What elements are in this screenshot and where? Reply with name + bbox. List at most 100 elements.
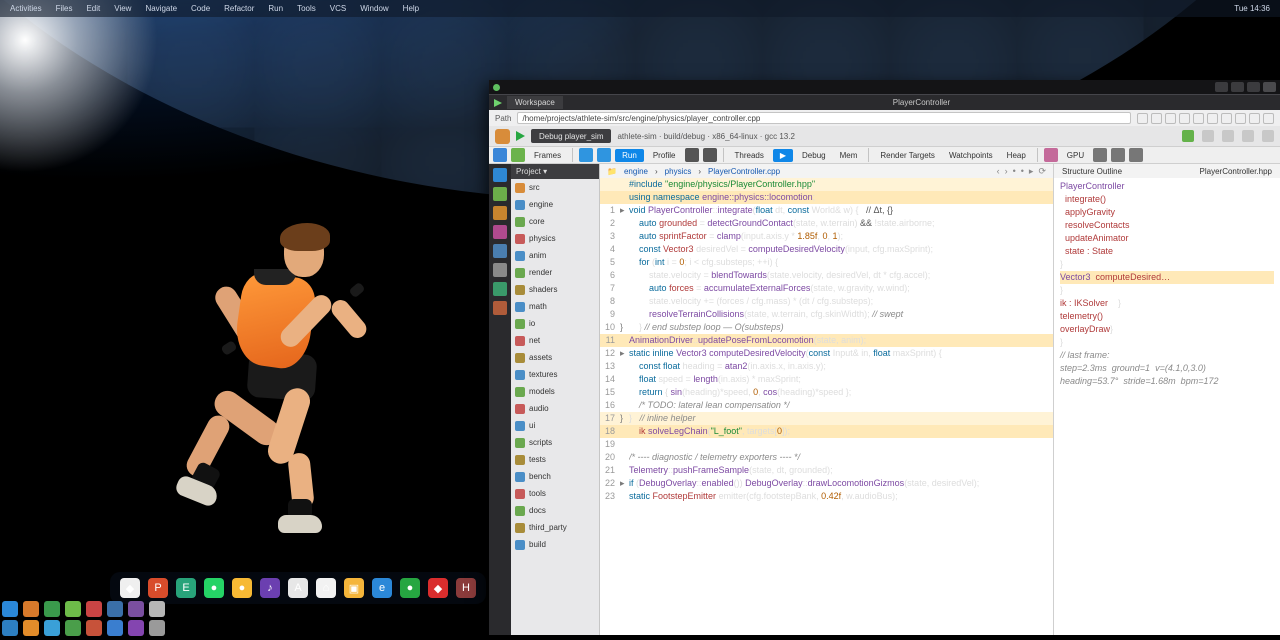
outline-header[interactable]: Structure Outline: [1062, 167, 1122, 176]
window-min-button[interactable]: [1215, 82, 1228, 92]
toolbar-icon[interactable]: [1044, 148, 1058, 162]
outline-item[interactable]: }: [1060, 258, 1274, 271]
tree-node[interactable]: core: [511, 213, 599, 230]
taskbar-icon[interactable]: [2, 620, 18, 636]
tree-node[interactable]: textures: [511, 366, 599, 383]
menubar-item[interactable]: Navigate: [145, 4, 177, 13]
tree-node[interactable]: tests: [511, 451, 599, 468]
toolbar-icon[interactable]: [579, 148, 593, 162]
outline-item[interactable]: applyGravity: [1060, 206, 1274, 219]
rail-icon[interactable]: [493, 263, 507, 277]
code-editor[interactable]: #include "engine/physics/PlayerControlle…: [600, 178, 1053, 635]
outline-item[interactable]: PlayerController: [1060, 180, 1274, 193]
outline-item[interactable]: heading=53.7° stride=1.68m bpm=172: [1060, 375, 1274, 388]
menubar-item[interactable]: Help: [403, 4, 419, 13]
rail-icon[interactable]: [493, 187, 507, 201]
menubar-item[interactable]: Edit: [86, 4, 100, 13]
tree-node[interactable]: models: [511, 383, 599, 400]
tree-node[interactable]: bench: [511, 468, 599, 485]
tree-node[interactable]: third_party: [511, 519, 599, 536]
breadcrumb-nav-icon[interactable]: ‹: [997, 166, 1000, 177]
ide-tab-center[interactable]: PlayerController: [893, 98, 950, 107]
runrow-tool-icon[interactable]: [1242, 130, 1254, 142]
taskbar-icon[interactable]: [2, 601, 18, 617]
dock-app-icon[interactable]: ●: [400, 578, 420, 598]
path-toolbar-button[interactable]: [1165, 113, 1176, 124]
toolbar-label[interactable]: Render Targets: [875, 151, 940, 160]
dock-app-icon[interactable]: H: [456, 578, 476, 598]
outline-item[interactable]: updateAnimator: [1060, 232, 1274, 245]
menubar-item[interactable]: Tue 14:36: [1234, 4, 1270, 13]
window-extra-button[interactable]: [1263, 82, 1276, 92]
tree-node[interactable]: ui: [511, 417, 599, 434]
tree-node[interactable]: audio: [511, 400, 599, 417]
tree-node[interactable]: io: [511, 315, 599, 332]
run-play-icon[interactable]: [516, 131, 525, 141]
menubar-item[interactable]: Activities: [10, 4, 42, 13]
rail-icon[interactable]: [493, 168, 507, 182]
toolbar-icon[interactable]: [1129, 148, 1143, 162]
dock-app-icon[interactable]: A: [288, 578, 308, 598]
dock-app-icon[interactable]: ⌂: [316, 578, 336, 598]
ide-tab-workspace[interactable]: Workspace: [507, 96, 563, 109]
toolbar-button[interactable]: ▶: [773, 149, 793, 162]
tree-node[interactable]: engine: [511, 196, 599, 213]
tree-node[interactable]: math: [511, 298, 599, 315]
breadcrumb-nav-icon[interactable]: ⟳: [1038, 166, 1046, 177]
taskbar-icon[interactable]: [107, 601, 123, 617]
dock-app-icon[interactable]: E: [176, 578, 196, 598]
tree-node[interactable]: src: [511, 179, 599, 196]
taskbar-icon[interactable]: [86, 601, 102, 617]
runrow-tool-icon[interactable]: [1262, 130, 1274, 142]
window-max-button[interactable]: [1231, 82, 1244, 92]
dock-app-icon[interactable]: ◆: [120, 578, 140, 598]
toolbar-label[interactable]: Profile: [648, 151, 681, 160]
menubar-item[interactable]: View: [114, 4, 131, 13]
tree-node[interactable]: tools: [511, 485, 599, 502]
tree-node[interactable]: build: [511, 536, 599, 553]
toolbar-button[interactable]: Run: [615, 149, 644, 162]
rail-icon[interactable]: [493, 225, 507, 239]
menubar-item[interactable]: Files: [56, 4, 73, 13]
dock-app-icon[interactable]: ●: [204, 578, 224, 598]
outline-item[interactable]: Vector3 computeDesired…: [1060, 271, 1274, 284]
project-tree-header[interactable]: Project ▾: [511, 164, 599, 179]
breadcrumb-seg[interactable]: physics: [665, 167, 692, 176]
breadcrumb-seg[interactable]: engine: [624, 167, 648, 176]
runrow-tool-icon[interactable]: [1202, 130, 1214, 142]
taskbar-icon[interactable]: [23, 601, 39, 617]
taskbar-icon[interactable]: [128, 601, 144, 617]
path-toolbar-button[interactable]: [1137, 113, 1148, 124]
toolbar-label[interactable]: GPU: [1062, 151, 1089, 160]
dock-app-icon[interactable]: P: [148, 578, 168, 598]
toolbar-icon[interactable]: [511, 148, 525, 162]
path-toolbar-button[interactable]: [1179, 113, 1190, 124]
menubar-item[interactable]: Window: [360, 4, 388, 13]
toolbar-label[interactable]: Heap: [1002, 151, 1031, 160]
path-toolbar-button[interactable]: [1235, 113, 1246, 124]
toolbar-label[interactable]: Debug: [797, 151, 831, 160]
toolbar-label[interactable]: Watchpoints: [944, 151, 998, 160]
run-config-combo[interactable]: Debug player_sim: [531, 129, 611, 143]
toolbar-icon[interactable]: [493, 148, 507, 162]
taskbar-icon[interactable]: [149, 620, 165, 636]
outline-item[interactable]: state : State: [1060, 245, 1274, 258]
breadcrumb-nav-icon[interactable]: •: [1021, 166, 1024, 177]
rail-icon[interactable]: [493, 206, 507, 220]
tree-node[interactable]: scripts: [511, 434, 599, 451]
toolbar-icon[interactable]: [685, 148, 699, 162]
rail-icon[interactable]: [493, 282, 507, 296]
tree-node[interactable]: anim: [511, 247, 599, 264]
breadcrumb-nav-icon[interactable]: ▸: [1029, 166, 1034, 177]
taskbar-icon[interactable]: [65, 601, 81, 617]
path-toolbar-button[interactable]: [1249, 113, 1260, 124]
taskbar-icon[interactable]: [149, 601, 165, 617]
toolbar-label[interactable]: Frames: [529, 151, 566, 160]
toolbar-label[interactable]: Threads: [730, 151, 769, 160]
outline-item[interactable]: // last frame:: [1060, 349, 1274, 362]
path-toolbar-button[interactable]: [1193, 113, 1204, 124]
toolbar-icon[interactable]: [1093, 148, 1107, 162]
play-icon[interactable]: [494, 99, 502, 107]
ide-titlebar[interactable]: [489, 80, 1280, 94]
path-toolbar-button[interactable]: [1151, 113, 1162, 124]
